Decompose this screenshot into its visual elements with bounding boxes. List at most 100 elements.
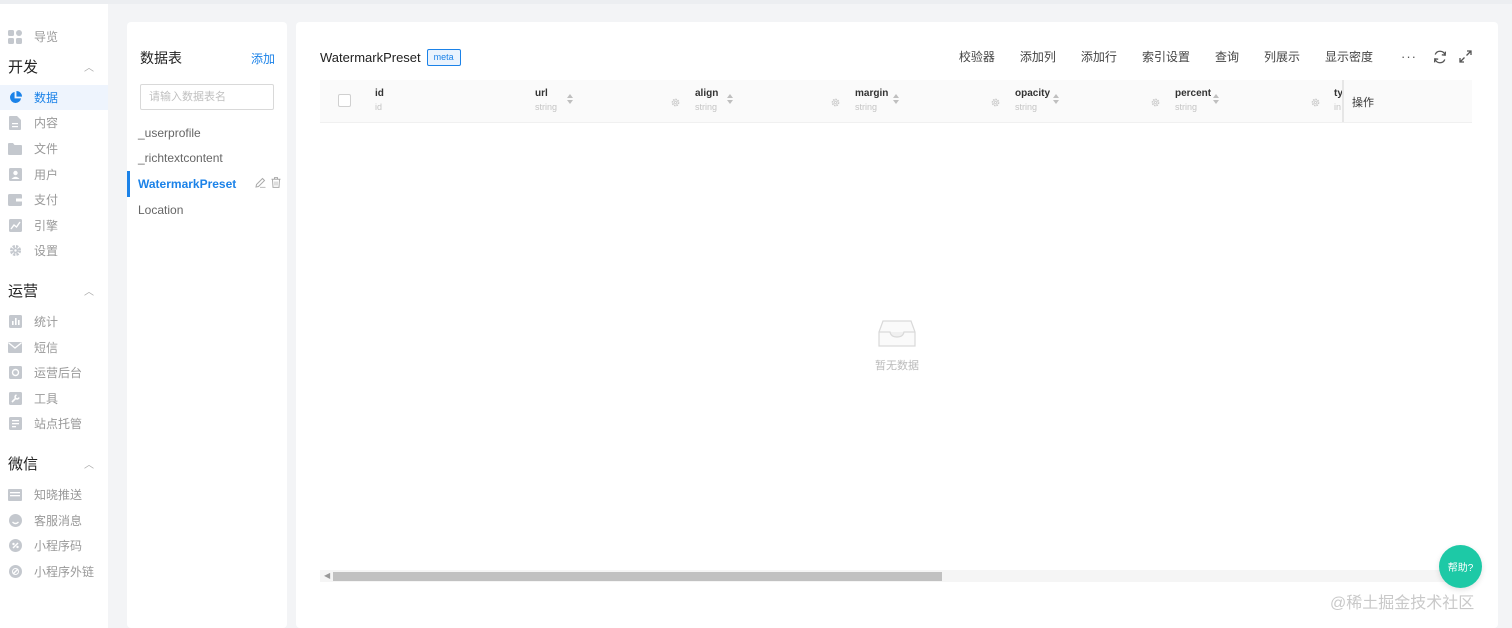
nav-item-label: 客服消息 xyxy=(34,513,83,528)
sort-icon[interactable] xyxy=(567,94,573,104)
document-icon xyxy=(8,115,22,130)
collection-item[interactable]: _richtextcontent xyxy=(127,146,287,172)
column-settings-icon[interactable] xyxy=(831,94,840,112)
nav-gap xyxy=(0,264,108,278)
collection-item[interactable]: _userprofile xyxy=(127,120,287,146)
collection-name: Location xyxy=(138,202,184,217)
nav-item-stats[interactable]: 统计 xyxy=(0,309,108,335)
nav-gap xyxy=(0,437,108,451)
nav-item-engine[interactable]: 引擎 xyxy=(0,213,108,239)
nav-item-label: 工具 xyxy=(34,391,59,406)
nav-item-hosting[interactable]: 站点托管 xyxy=(0,411,108,437)
collection-name: WatermarkPreset xyxy=(138,176,237,191)
gear-icon xyxy=(8,244,22,258)
nav-item-overview[interactable]: 导览 xyxy=(0,24,108,50)
column-name: url xyxy=(535,88,548,99)
sort-icon[interactable] xyxy=(893,94,899,104)
nav-item-files[interactable]: 文件 xyxy=(0,136,108,162)
nav-item-label: 导览 xyxy=(34,30,59,45)
user-card-icon xyxy=(8,167,22,181)
site-icon xyxy=(8,417,22,431)
table-toolbar: 校验器 添加列 添加行 索引设置 查询 列展示 显示密度 ··· xyxy=(934,48,1472,65)
nav-item-push[interactable]: 知晓推送 xyxy=(0,482,108,508)
console-icon xyxy=(8,366,22,380)
column-settings-icon[interactable] xyxy=(991,94,1000,112)
sort-icon[interactable] xyxy=(1053,94,1059,104)
nav-item-users[interactable]: 用户 xyxy=(0,161,108,187)
empty-text: 暂无数据 xyxy=(875,360,919,372)
table-name: WatermarkPreset xyxy=(320,50,421,65)
watermark: @稀土掘金技术社区 xyxy=(1330,595,1475,612)
collection-item-active[interactable]: WatermarkPreset xyxy=(127,171,287,197)
nav-item-settings[interactable]: 设置 xyxy=(0,238,108,264)
nav-item-data[interactable]: 数据 xyxy=(0,84,108,111)
column-name: percent xyxy=(1175,88,1212,99)
column-header-align[interactable]: align string xyxy=(695,88,855,116)
nav-item-payment[interactable]: 支付 xyxy=(0,187,108,213)
nav-item-tools[interactable]: 工具 xyxy=(0,386,108,412)
nav-item-label: 用户 xyxy=(34,167,59,182)
nav-item-ops-console[interactable]: 运营后台 xyxy=(0,360,108,386)
meta-tag[interactable]: meta xyxy=(426,49,461,66)
edit-icon[interactable] xyxy=(255,177,266,191)
delete-icon[interactable] xyxy=(271,177,281,191)
sort-icon[interactable] xyxy=(1213,94,1219,104)
collection-name: _richtextcontent xyxy=(138,151,223,166)
column-settings-icon[interactable] xyxy=(1151,94,1160,112)
column-display-button[interactable]: 列展示 xyxy=(1264,48,1300,65)
horizontal-scrollbar[interactable]: ◀ xyxy=(320,570,1472,582)
nav-group-title: 微信 xyxy=(8,456,39,474)
column-settings-icon[interactable] xyxy=(1311,94,1320,112)
operation-label: 操作 xyxy=(1352,97,1374,109)
scroll-thumb[interactable] xyxy=(333,572,942,581)
nav-item-label: 小程序外链 xyxy=(34,564,95,579)
column-name: opacity xyxy=(1015,88,1051,99)
nav-item-cs-message[interactable]: 客服消息 xyxy=(0,507,108,533)
column-header-opacity[interactable]: opacity string xyxy=(1015,88,1175,116)
nav-item-content[interactable]: 内容 xyxy=(0,110,108,136)
mail-icon xyxy=(8,340,22,354)
nav-item-miniprogram-code[interactable]: 小程序码 xyxy=(0,533,108,559)
add-collection-button[interactable]: 添加 xyxy=(251,50,275,67)
nav-top-gap xyxy=(0,4,108,24)
nav-group-dev[interactable]: 开发 ︿ xyxy=(0,54,108,80)
nav-item-sms[interactable]: 短信 xyxy=(0,334,108,360)
more-button[interactable]: ··· xyxy=(1401,49,1417,64)
refresh-icon[interactable] xyxy=(1433,50,1447,64)
collection-search-input[interactable] xyxy=(140,84,274,110)
pie-chart-icon xyxy=(8,90,22,104)
column-name: align xyxy=(695,88,719,99)
add-column-button[interactable]: 添加列 xyxy=(1020,48,1056,65)
column-name: margin xyxy=(855,88,889,99)
column-header-margin[interactable]: margin string xyxy=(855,88,1015,116)
display-density-button[interactable]: 显示密度 xyxy=(1325,48,1373,65)
nav-item-miniprogram-link[interactable]: 小程序外链 xyxy=(0,559,108,585)
nav-item-label: 数据 xyxy=(34,90,59,105)
collection-row-actions xyxy=(255,177,281,191)
validator-button[interactable]: 校验器 xyxy=(959,48,995,65)
nav-group-ops[interactable]: 运营 ︿ xyxy=(0,278,108,304)
nav-group-wechat[interactable]: 微信 ︿ xyxy=(0,451,108,477)
operation-column-header: 操作 xyxy=(1342,80,1472,122)
help-button[interactable]: 帮助? xyxy=(1439,545,1482,588)
sort-icon[interactable] xyxy=(727,94,733,104)
collection-item[interactable]: Location xyxy=(127,197,287,223)
side-nav: 导览 开发 ︿ 数据 内容 文件 用户 支付 引擎 设置 运营 ︿ 统计 短信 … xyxy=(0,4,108,628)
fullscreen-icon[interactable] xyxy=(1459,50,1472,63)
select-all-checkbox[interactable] xyxy=(338,94,351,107)
column-type: id xyxy=(375,102,383,112)
query-button[interactable]: 查询 xyxy=(1215,48,1239,65)
column-settings-icon[interactable] xyxy=(671,94,680,112)
index-settings-button[interactable]: 索引设置 xyxy=(1142,48,1190,65)
scroll-left-icon[interactable]: ◀ xyxy=(324,571,330,580)
add-row-button[interactable]: 添加行 xyxy=(1081,48,1117,65)
column-header-percent[interactable]: percent string xyxy=(1175,88,1335,116)
push-icon xyxy=(8,488,22,502)
table-title: WatermarkPreset meta xyxy=(320,49,461,66)
nav-group-title: 运营 xyxy=(8,283,39,301)
nav-group-title: 开发 xyxy=(8,59,39,77)
nav-item-label: 设置 xyxy=(34,244,59,259)
column-header-id[interactable]: id id xyxy=(375,88,535,116)
trend-chart-icon xyxy=(8,218,22,232)
column-header-url[interactable]: url string xyxy=(535,88,695,116)
